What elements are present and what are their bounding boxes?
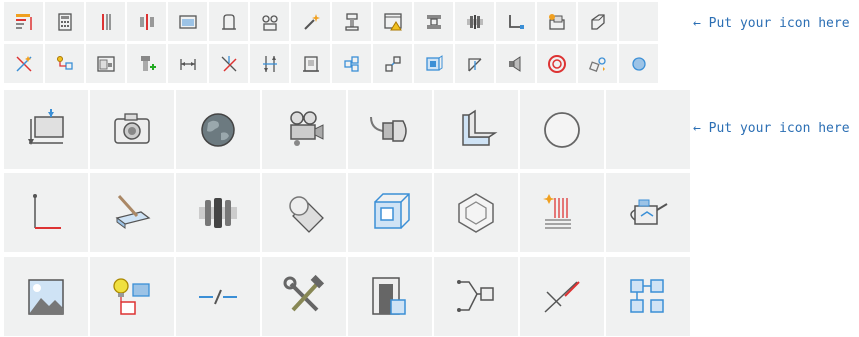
large-icon-row-2 xyxy=(4,173,690,252)
corner-bend-icon[interactable] xyxy=(496,2,535,41)
wrench-hammer-icon[interactable] xyxy=(262,257,346,336)
split-bars-icon[interactable] xyxy=(127,2,166,41)
globe-icon[interactable] xyxy=(176,90,260,169)
dimension-icon[interactable] xyxy=(168,44,207,83)
hose-clip-icon[interactable] xyxy=(414,2,453,41)
rotate-shapes-icon[interactable] xyxy=(578,44,617,83)
movie-camera-icon[interactable] xyxy=(262,90,346,169)
sphere-film-icon[interactable] xyxy=(262,173,346,252)
redline-bars-icon[interactable] xyxy=(86,2,125,41)
angle-arrow-icon[interactable] xyxy=(455,44,494,83)
measure-cut-icon[interactable] xyxy=(520,257,604,336)
calculator-icon[interactable] xyxy=(45,2,84,41)
align-arrows-icon[interactable] xyxy=(250,44,289,83)
coupling-joint-icon[interactable] xyxy=(176,173,260,252)
scatter-select-icon[interactable] xyxy=(4,44,43,83)
ring-target-icon[interactable] xyxy=(537,44,576,83)
knife-block-icon[interactable] xyxy=(90,173,174,252)
cube-path-icon[interactable] xyxy=(434,257,518,336)
dimension-corner-icon[interactable] xyxy=(4,173,88,252)
linked-cubes-icon[interactable] xyxy=(606,257,690,336)
door-cube-icon[interactable] xyxy=(348,257,432,336)
wand-sparkle-icon[interactable] xyxy=(291,2,330,41)
camera-icon[interactable] xyxy=(90,90,174,169)
small-icon-row-1 xyxy=(4,2,658,41)
large-set-hint: ← Put your icon here xyxy=(693,121,850,136)
hexagon-icon[interactable] xyxy=(434,173,518,252)
clamp-icon[interactable] xyxy=(332,2,371,41)
warning-window-icon[interactable] xyxy=(373,2,412,41)
idea-flow-icon[interactable] xyxy=(90,257,174,336)
cross-lines-icon[interactable] xyxy=(209,44,248,83)
dash-slash-icon[interactable] xyxy=(176,257,260,336)
bolt-add-icon[interactable] xyxy=(127,44,166,83)
large-icon-row-1 xyxy=(4,90,690,169)
coupling-icon[interactable] xyxy=(455,2,494,41)
speaker-icon[interactable] xyxy=(496,44,535,83)
sphere-icon[interactable] xyxy=(619,44,658,83)
connector-plug-icon[interactable] xyxy=(348,90,432,169)
landscape-image-icon[interactable] xyxy=(4,257,88,336)
layer-tree-icon[interactable] xyxy=(4,2,43,41)
grid-nodes-icon[interactable] xyxy=(332,44,371,83)
circle-icon[interactable] xyxy=(520,90,604,169)
large-icon-row-3 xyxy=(4,257,690,336)
folder-panel-icon[interactable] xyxy=(168,2,207,41)
watering-can-icon[interactable] xyxy=(606,173,690,252)
insert-level-icon[interactable] xyxy=(4,90,88,169)
cube-tile-icon[interactable] xyxy=(414,44,453,83)
move-corner-icon[interactable] xyxy=(373,44,412,83)
frame-bracket-icon[interactable] xyxy=(291,44,330,83)
nodes-connect-icon[interactable] xyxy=(45,44,84,83)
cube-view-icon[interactable] xyxy=(348,173,432,252)
document-window-icon[interactable] xyxy=(86,44,125,83)
prism-icon[interactable] xyxy=(578,2,617,41)
stacked-boxes-icon[interactable] xyxy=(537,2,576,41)
empty-slot xyxy=(606,90,690,169)
hatch-spark-icon[interactable] xyxy=(520,173,604,252)
small-icon-row-2 xyxy=(4,44,658,83)
small-set-hint: ← Put your icon here xyxy=(693,16,850,31)
empty-slot xyxy=(619,2,658,41)
extrude-profile-icon[interactable] xyxy=(209,2,248,41)
link-nodes-icon[interactable] xyxy=(250,2,289,41)
corner-block-icon[interactable] xyxy=(434,90,518,169)
